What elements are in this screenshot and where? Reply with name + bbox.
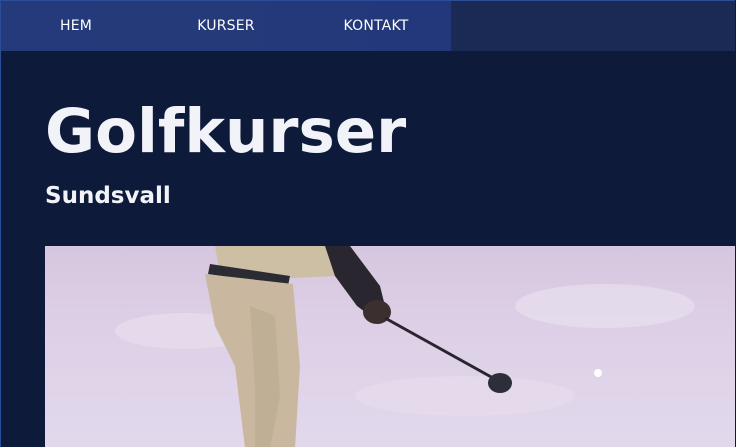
main-navigation: HEM KURSER KONTAKT [1, 1, 451, 51]
nav-item-kontakt[interactable]: KONTAKT [301, 1, 451, 51]
nav-item-hem[interactable]: HEM [1, 1, 151, 51]
page-title: Golfkurser [45, 96, 407, 167]
page-subtitle: Sundsvall [45, 183, 171, 209]
nav-item-kurser[interactable]: KURSER [151, 1, 301, 51]
golfer-illustration [115, 246, 695, 447]
page: HEM KURSER KONTAKT Golfkurser Sundsvall [0, 0, 735, 447]
hero-image [45, 246, 735, 447]
